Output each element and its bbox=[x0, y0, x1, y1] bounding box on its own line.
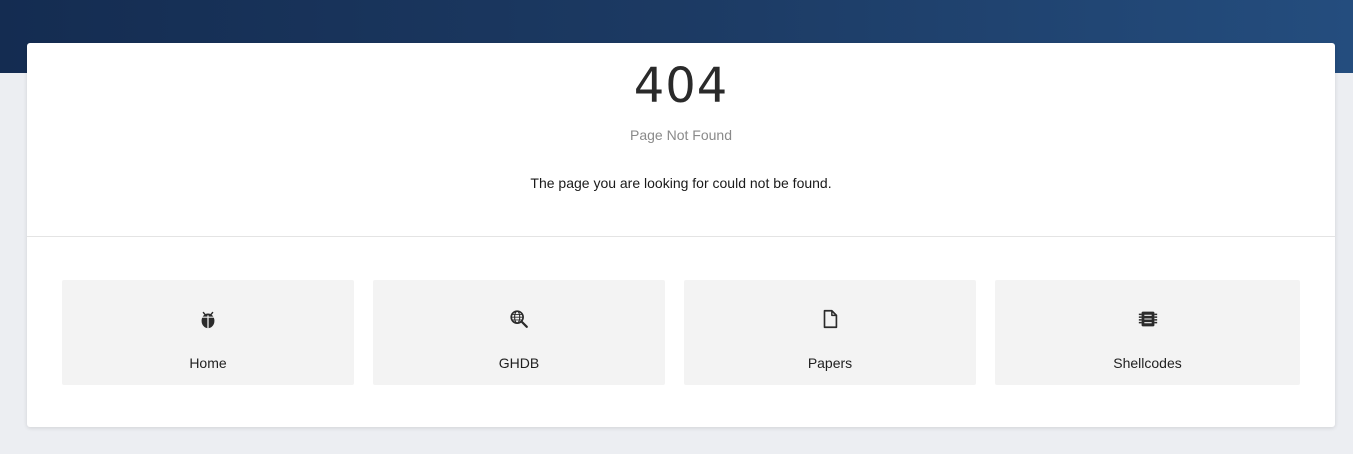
shellcodes-link-label: Shellcodes bbox=[1113, 355, 1182, 371]
bug-icon bbox=[197, 308, 219, 330]
home-link-tile[interactable]: Home bbox=[62, 280, 354, 385]
ghdb-link-label: GHDB bbox=[498, 355, 540, 371]
document-icon bbox=[819, 308, 841, 330]
home-link-label: Home bbox=[189, 355, 227, 371]
error-card: 404 Page Not Found The page you are look… bbox=[27, 43, 1335, 427]
shellcodes-link-tile[interactable]: Shellcodes bbox=[995, 280, 1300, 385]
papers-link-tile[interactable]: Papers bbox=[684, 280, 976, 385]
ghdb-link-tile[interactable]: GHDB bbox=[373, 280, 665, 385]
error-message: The page you are looking for could not b… bbox=[530, 175, 832, 191]
chip-icon bbox=[1137, 308, 1159, 330]
error-header: 404 Page Not Found The page you are look… bbox=[27, 43, 1335, 237]
papers-link-label: Papers bbox=[807, 355, 853, 371]
error-code: 404 bbox=[633, 58, 729, 114]
globe-search-icon bbox=[508, 308, 530, 330]
error-title: Page Not Found bbox=[630, 127, 732, 143]
